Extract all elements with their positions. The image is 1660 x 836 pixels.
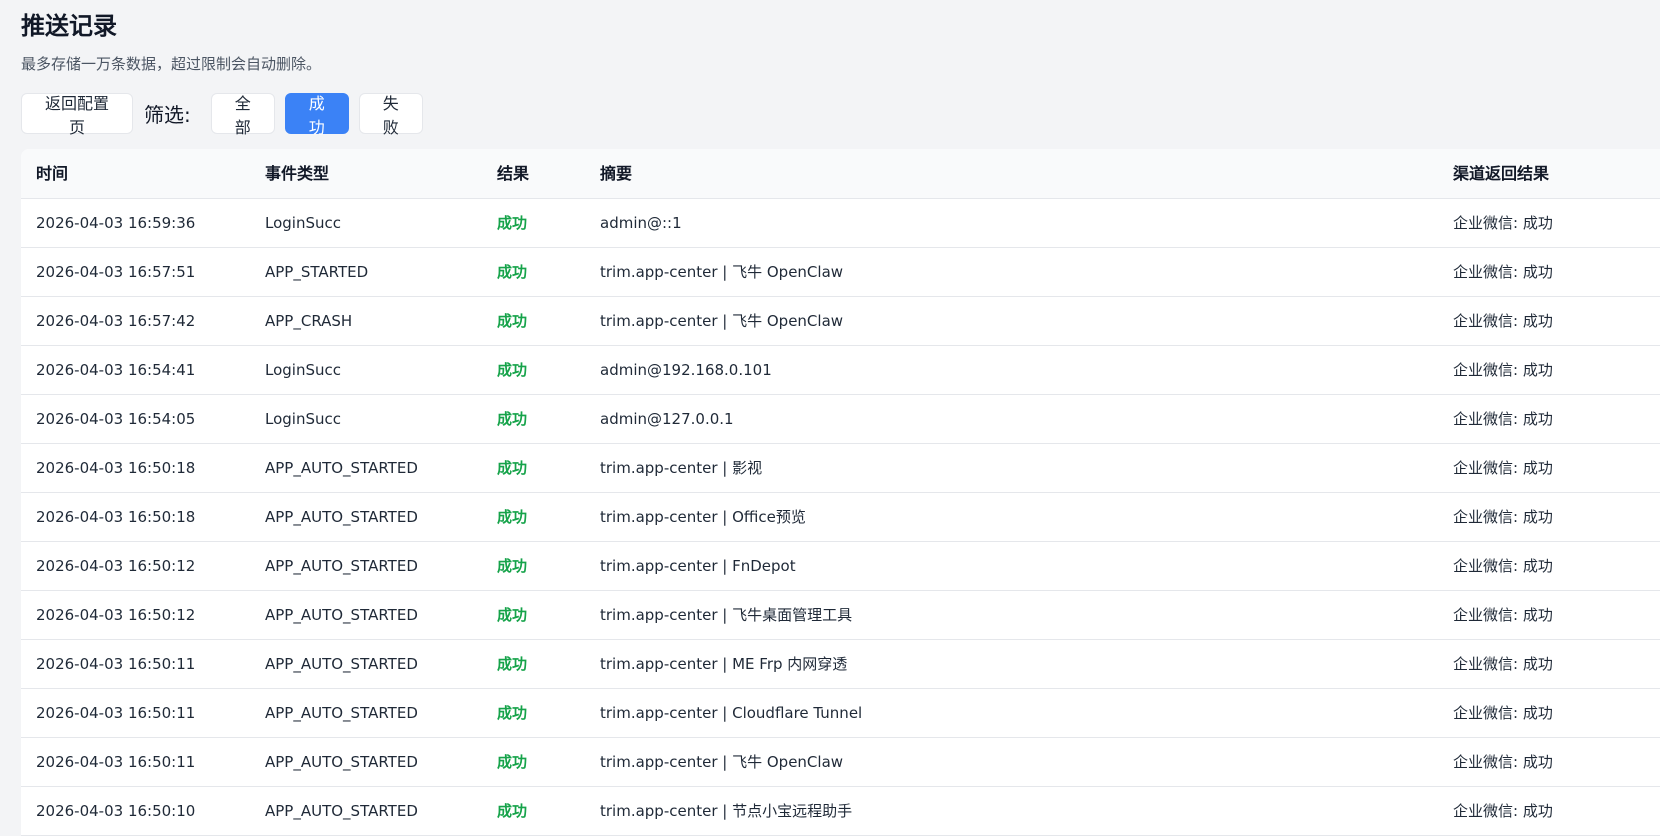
table-row[interactable]: 2026-04-03 16:50:11 APP_AUTO_STARTED 成功 tri… bbox=[21, 738, 1660, 787]
column-header-summary[interactable]: 摘要 bbox=[600, 149, 632, 198]
cell-event-type: APP_AUTO_STARTED bbox=[265, 753, 418, 771]
cell-channel-result: 企业微信: 成功 bbox=[1453, 557, 1553, 575]
cell-channel-result: 企业微信: 成功 bbox=[1453, 263, 1553, 281]
cell-summary: trim.app-center | Cloudflare Tunnel bbox=[600, 704, 863, 722]
cell-time: 2026-04-03 16:54:05 bbox=[36, 410, 196, 428]
table-row[interactable]: 2026-04-03 16:54:41 LoginSucc 成功 admin@192.… bbox=[21, 346, 1660, 395]
cell-summary: trim.app-center | 影视 bbox=[600, 459, 763, 477]
cell-summary: admin@::1 bbox=[600, 214, 682, 232]
cell-channel-result: 企业微信: 成功 bbox=[1453, 361, 1553, 379]
column-header-result[interactable]: 结果 bbox=[497, 149, 529, 198]
cell-result: 成功 bbox=[497, 753, 528, 771]
table-row[interactable]: 2026-04-03 16:59:36 LoginSucc 成功 admin@::1 企… bbox=[21, 199, 1660, 248]
cell-time: 2026-04-03 16:54:41 bbox=[36, 361, 196, 379]
cell-channel-result: 企业微信: 成功 bbox=[1453, 508, 1553, 526]
cell-time: 2026-04-03 16:50:11 bbox=[36, 753, 196, 771]
cell-channel-result: 企业微信: 成功 bbox=[1453, 753, 1553, 771]
filter-label: 筛选: bbox=[144, 103, 191, 127]
cell-summary: trim.app-center | 飞牛桌面管理工具 bbox=[600, 606, 853, 624]
cell-time: 2026-04-03 16:50:10 bbox=[36, 802, 196, 820]
cell-summary: trim.app-center | FnDepot bbox=[600, 557, 796, 575]
table-row[interactable]: 2026-04-03 16:57:51 APP_STARTED 成功 trim.app… bbox=[21, 248, 1660, 297]
cell-summary: trim.app-center | 飞牛 OpenClaw bbox=[600, 263, 844, 281]
table-header: 时间 事件类型 结果 摘要 渠道返回结果 bbox=[21, 149, 1660, 199]
cell-time: 2026-04-03 16:57:42 bbox=[36, 312, 196, 330]
table-row[interactable]: 2026-04-03 16:50:12 APP_AUTO_STARTED 成功 tri… bbox=[21, 542, 1660, 591]
cell-event-type: APP_AUTO_STARTED bbox=[265, 557, 418, 575]
column-header-channel-result[interactable]: 渠道返回结果 bbox=[1453, 149, 1549, 198]
cell-event-type: LoginSucc bbox=[265, 361, 341, 379]
cell-result: 成功 bbox=[497, 802, 528, 820]
filter-success-button[interactable]: 成功 bbox=[284, 93, 349, 137]
table-row[interactable]: 2026-04-03 16:57:42 APP_CRASH 成功 trim.app-c… bbox=[21, 297, 1660, 346]
page-title: 推送记录 bbox=[21, 12, 117, 40]
cell-time: 2026-04-03 16:50:12 bbox=[36, 557, 196, 575]
cell-time: 2026-04-03 16:50:11 bbox=[36, 655, 196, 673]
cell-channel-result: 企业微信: 成功 bbox=[1453, 410, 1553, 428]
cell-time: 2026-04-03 16:50:12 bbox=[36, 606, 196, 624]
cell-event-type: APP_CRASH bbox=[265, 312, 353, 330]
toolbar: 返回配置页 筛选: 全部 成功 失败 bbox=[21, 93, 433, 137]
cell-event-type: APP_AUTO_STARTED bbox=[265, 704, 418, 722]
cell-channel-result: 企业微信: 成功 bbox=[1453, 802, 1553, 820]
cell-time: 2026-04-03 16:59:36 bbox=[36, 214, 196, 232]
back-to-config-button[interactable]: 返回配置页 bbox=[21, 93, 133, 137]
cell-summary: admin@192.168.0.101 bbox=[600, 361, 772, 379]
cell-result: 成功 bbox=[497, 312, 528, 330]
filter-all-button[interactable]: 全部 bbox=[210, 93, 275, 137]
cell-result: 成功 bbox=[497, 606, 528, 624]
cell-summary: trim.app-center | 节点小宝远程助手 bbox=[600, 802, 853, 820]
cell-channel-result: 企业微信: 成功 bbox=[1453, 214, 1553, 232]
table-row[interactable]: 2026-04-03 16:50:11 APP_AUTO_STARTED 成功 tri… bbox=[21, 640, 1660, 689]
cell-summary: trim.app-center | 飞牛 OpenClaw bbox=[600, 312, 844, 330]
page-subtitle: 最多存储一万条数据，超过限制会自动删除。 bbox=[21, 55, 322, 73]
table-row[interactable]: 2026-04-03 16:50:12 APP_AUTO_STARTED 成功 tri… bbox=[21, 591, 1660, 640]
table-row[interactable]: 2026-04-03 16:54:05 LoginSucc 成功 admin@127.… bbox=[21, 395, 1660, 444]
cell-event-type: APP_AUTO_STARTED bbox=[265, 606, 418, 624]
cell-result: 成功 bbox=[497, 459, 528, 477]
cell-result: 成功 bbox=[497, 263, 528, 281]
cell-result: 成功 bbox=[497, 557, 528, 575]
table-row[interactable]: 2026-04-03 16:50:18 APP_AUTO_STARTED 成功 tri… bbox=[21, 444, 1660, 493]
column-header-time[interactable]: 时间 bbox=[36, 149, 68, 198]
cell-time: 2026-04-03 16:50:11 bbox=[36, 704, 196, 722]
cell-result: 成功 bbox=[497, 704, 528, 722]
cell-event-type: APP_AUTO_STARTED bbox=[265, 655, 418, 673]
cell-summary: admin@127.0.0.1 bbox=[600, 410, 734, 428]
cell-event-type: APP_AUTO_STARTED bbox=[265, 459, 418, 477]
cell-time: 2026-04-03 16:50:18 bbox=[36, 459, 196, 477]
column-header-event-type[interactable]: 事件类型 bbox=[265, 149, 329, 198]
cell-channel-result: 企业微信: 成功 bbox=[1453, 606, 1553, 624]
cell-channel-result: 企业微信: 成功 bbox=[1453, 704, 1553, 722]
cell-result: 成功 bbox=[497, 655, 528, 673]
cell-channel-result: 企业微信: 成功 bbox=[1453, 655, 1553, 673]
table-row[interactable]: 2026-04-03 16:50:18 APP_AUTO_STARTED 成功 tri… bbox=[21, 493, 1660, 542]
cell-summary: trim.app-center | Office预览 bbox=[600, 508, 806, 526]
cell-result: 成功 bbox=[497, 361, 528, 379]
cell-summary: trim.app-center | 飞牛 OpenClaw bbox=[600, 753, 844, 771]
table-row[interactable]: 2026-04-03 16:50:10 APP_AUTO_STARTED 成功 tri… bbox=[21, 787, 1660, 836]
cell-time: 2026-04-03 16:57:51 bbox=[36, 263, 196, 281]
table-row[interactable]: 2026-04-03 16:50:11 APP_AUTO_STARTED 成功 tri… bbox=[21, 689, 1660, 738]
filter-failed-button[interactable]: 失败 bbox=[358, 93, 423, 137]
cell-channel-result: 企业微信: 成功 bbox=[1453, 459, 1553, 477]
cell-time: 2026-04-03 16:50:18 bbox=[36, 508, 196, 526]
cell-result: 成功 bbox=[497, 410, 528, 428]
cell-result: 成功 bbox=[497, 214, 528, 232]
cell-event-type: APP_AUTO_STARTED bbox=[265, 508, 418, 526]
cell-event-type: APP_AUTO_STARTED bbox=[265, 802, 418, 820]
push-records-page: 推送记录 最多存储一万条数据，超过限制会自动删除。 返回配置页 筛选: 全部 成… bbox=[0, 0, 1660, 836]
cell-event-type: APP_STARTED bbox=[265, 263, 369, 281]
cell-result: 成功 bbox=[497, 508, 528, 526]
records-table: 时间 事件类型 结果 摘要 渠道返回结果 2026-04-03 16:59:36… bbox=[21, 149, 1660, 836]
cell-summary: trim.app-center | ME Frp 内网穿透 bbox=[600, 655, 848, 673]
table-body: 2026-04-03 16:59:36 LoginSucc 成功 admin@::1 企… bbox=[21, 199, 1660, 836]
cell-event-type: LoginSucc bbox=[265, 410, 341, 428]
cell-channel-result: 企业微信: 成功 bbox=[1453, 312, 1553, 330]
cell-event-type: LoginSucc bbox=[265, 214, 341, 232]
